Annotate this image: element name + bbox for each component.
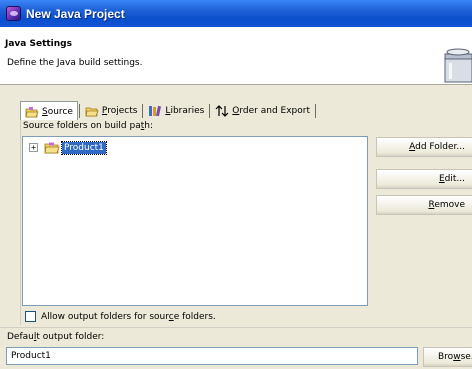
eclipse-icon — [6, 6, 21, 21]
library-books-icon — [149, 105, 162, 116]
tab-libraries[interactable]: Libraries — [144, 102, 208, 120]
banner-heading: Java Settings — [5, 39, 72, 49]
edit-button[interactable]: Edit... — [376, 169, 472, 189]
allow-output-folders-option[interactable]: Allow output folders for source folders. — [25, 311, 216, 322]
source-folders-label: Source folders on build path: — [23, 121, 154, 131]
section-divider — [0, 327, 472, 328]
banner-description: Define the Java build settings. — [7, 58, 143, 68]
project-icon — [85, 107, 99, 116]
tab-divider — [78, 103, 80, 118]
tab-divider — [209, 103, 211, 118]
sort-arrows-icon — [215, 104, 229, 117]
window-title: New Java Project — [26, 6, 125, 21]
tab-source[interactable]: Source — [20, 101, 78, 120]
tab-projects[interactable]: Projects — [81, 102, 142, 120]
tab-frame-left — [20, 120, 21, 325]
jar-icon — [444, 48, 472, 83]
tree-item[interactable]: + Product1 — [29, 140, 107, 155]
title-bar[interactable]: New Java Project — [0, 0, 472, 27]
tab-divider — [315, 103, 316, 118]
output-folder-field[interactable]: Product1 — [6, 347, 418, 365]
tab-divider — [142, 103, 144, 118]
tree-item-label: Product1 — [61, 140, 107, 155]
source-folder-icon — [44, 142, 60, 153]
expand-icon[interactable]: + — [29, 143, 38, 152]
source-folder-icon — [25, 106, 39, 117]
wizard-banner: Java Settings Define the Java build sett… — [0, 27, 472, 85]
source-folder-tree[interactable]: + Product1 — [22, 136, 368, 306]
allow-output-folders-checkbox[interactable] — [25, 311, 36, 322]
add-folder-button[interactable]: Add Folder... — [376, 137, 472, 157]
remove-button[interactable]: Remove — [376, 195, 472, 215]
output-folder-label: Default output folder: — [7, 332, 105, 342]
tab-order-and-export[interactable]: Order and Export — [211, 102, 314, 120]
allow-output-folders-label: Allow output folders for source folders. — [41, 311, 216, 322]
browse-button[interactable]: Browse... — [423, 347, 472, 367]
tab-bar: Source Projects Libraries Order and Expo… — [20, 101, 317, 120]
